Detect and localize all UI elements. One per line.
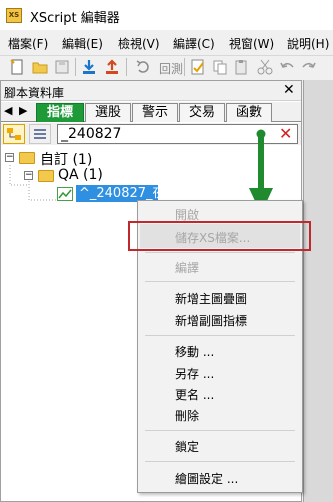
highlight-box (128, 221, 311, 251)
save-icon[interactable] (53, 58, 71, 76)
tab-indicator[interactable]: 指標 (36, 103, 84, 122)
expand-child-icon[interactable]: − (24, 171, 33, 180)
export-icon[interactable] (103, 58, 121, 76)
menu-compile[interactable]: 編譯(C) (173, 35, 215, 52)
menu-save-as[interactable]: 另存 ... (175, 365, 214, 382)
menu-compile[interactable]: 編譯 (175, 259, 199, 276)
paste-icon[interactable] (233, 58, 251, 76)
menu-lock[interactable]: 鎖定 (175, 438, 199, 455)
tab-functions[interactable]: 函數 (226, 103, 272, 122)
menu-add-main-overlay[interactable]: 新增主圖疊圖 (175, 290, 247, 307)
redo-arrow-icon[interactable] (300, 58, 318, 76)
toolbar-separator (184, 58, 185, 76)
toolbar-separator (75, 58, 76, 76)
list-view-button[interactable] (29, 124, 51, 144)
indicator-script-icon (57, 187, 73, 201)
toolbar-separator (126, 58, 127, 76)
undo-arrow-icon[interactable] (278, 58, 296, 76)
menu-separator (145, 252, 295, 253)
app-icon: XS (6, 8, 22, 23)
menu-separator (145, 430, 295, 431)
tab-trading[interactable]: 交易 (179, 103, 225, 122)
panel-title: 腳本資料庫 (4, 86, 65, 100)
menu-move[interactable]: 移動 ... (175, 343, 214, 360)
tab-prev-icon[interactable]: ◀ (4, 104, 12, 117)
tree-node-qa[interactable]: QA (1) (58, 167, 103, 183)
tree-view-icon (7, 128, 21, 140)
tab-next-icon[interactable]: ▶ (19, 104, 27, 117)
menu-separator (145, 461, 295, 462)
menu-bar (0, 31, 333, 54)
window-title: XScript 編輯器 (30, 11, 120, 26)
tab-stock-screener[interactable]: 選股 (85, 103, 131, 122)
folder-icon (38, 170, 54, 182)
folder-icon (19, 152, 35, 164)
new-file-icon[interactable] (8, 58, 26, 76)
undo-icon[interactable] (134, 58, 152, 76)
tab-alert[interactable]: 警示 (132, 103, 178, 122)
panel-close-button[interactable]: ✕ (283, 82, 295, 98)
menu-plot-settings[interactable]: 繪圖設定 ... (175, 470, 238, 487)
menu-view[interactable]: 檢視(V) (118, 35, 160, 52)
tree-node-custom[interactable]: 自訂 (1) (40, 149, 92, 169)
menu-help[interactable]: 說明(H) (287, 35, 329, 52)
editor-area (303, 80, 333, 502)
menu-delete[interactable]: 刪除 (175, 407, 199, 424)
menu-separator (145, 335, 295, 336)
clear-search-icon[interactable]: ✕ (279, 124, 292, 143)
list-view-icon (34, 129, 46, 139)
menu-file[interactable]: 檔案(F) (8, 35, 48, 52)
menu-add-sub-indicator[interactable]: 新增副圖指標 (175, 312, 247, 329)
import-icon[interactable] (80, 58, 98, 76)
expand-root-icon[interactable]: − (5, 153, 14, 162)
menu-rename[interactable]: 更名 ... (175, 386, 214, 403)
copy-icon[interactable] (211, 58, 229, 76)
cut-icon[interactable] (256, 58, 274, 76)
menu-separator (145, 281, 295, 282)
backtest-button[interactable]: 回測 (159, 60, 183, 77)
open-folder-icon[interactable] (31, 58, 49, 76)
compile-icon[interactable] (189, 58, 207, 76)
menu-window[interactable]: 視窗(W) (229, 35, 274, 52)
tree-view-button[interactable] (3, 124, 25, 144)
menu-edit[interactable]: 編輯(E) (62, 35, 103, 52)
